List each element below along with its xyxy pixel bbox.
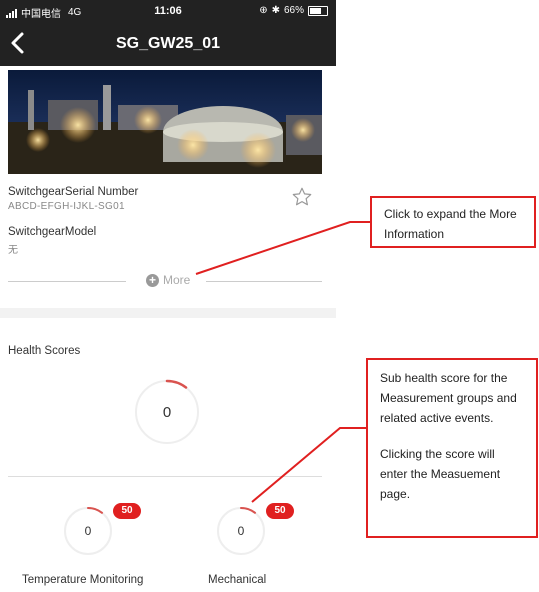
callout-sub-scores: Sub health score for the Measurement gro… bbox=[366, 358, 538, 538]
callout-sub-scores-click-text: Clicking the score will enter the Measue… bbox=[380, 447, 501, 501]
phone-screen: 中国电信 4G 11:06 ⊕ ✱ 66% SG_GW25_01 Switchg… bbox=[0, 0, 336, 592]
health-scores-title: Health Scores bbox=[8, 345, 81, 357]
divider-right bbox=[206, 281, 322, 282]
mechanical-label: Mechanical bbox=[208, 574, 267, 586]
battery-icon bbox=[308, 5, 328, 16]
serial-number-label: SwitchgearSerial Number bbox=[8, 186, 139, 198]
temperature-score-gauge[interactable]: 0 bbox=[63, 506, 113, 556]
switchgear-info: SwitchgearSerial Number ABCD-EFGH-IJKL-S… bbox=[8, 186, 328, 256]
star-outline-icon[interactable] bbox=[291, 186, 313, 208]
more-row: + More bbox=[8, 272, 322, 290]
model-value: 无 bbox=[8, 245, 19, 256]
more-button[interactable]: + More bbox=[146, 273, 190, 287]
mechanical-score-value: 0 bbox=[237, 524, 245, 538]
temperature-score-value: 0 bbox=[84, 524, 92, 538]
status-right: ⊕ ✱ 66% bbox=[259, 5, 328, 16]
callout-more-info: Click to expand the More Information bbox=[370, 196, 536, 248]
gauge-divider bbox=[8, 476, 322, 477]
battery-percent: 66% bbox=[283, 5, 304, 16]
callout-more-info-text: Click to expand the More Information bbox=[384, 207, 517, 241]
mechanical-score-gauge[interactable]: 0 bbox=[216, 506, 266, 556]
divider-left bbox=[8, 281, 126, 282]
more-label: More bbox=[163, 273, 191, 287]
overall-score-gauge[interactable]: 0 bbox=[133, 378, 201, 446]
nav-bar: SG_GW25_01 bbox=[0, 22, 336, 66]
callout-sub-scores-text: Sub health score for the Measurement gro… bbox=[380, 371, 517, 425]
location-icon: ⊕ bbox=[259, 5, 268, 16]
section-separator bbox=[0, 308, 336, 318]
plus-icon: + bbox=[146, 273, 159, 287]
serial-number-value: ABCD-EFGH-IJKL-SG01 bbox=[8, 201, 125, 212]
page-title: SG_GW25_01 bbox=[115, 35, 221, 52]
overall-score-value: 0 bbox=[162, 404, 172, 421]
model-label: SwitchgearModel bbox=[8, 226, 97, 238]
temperature-label: Temperature Monitoring bbox=[22, 574, 144, 586]
substation-photo bbox=[8, 70, 322, 174]
mechanical-event-badge[interactable]: 50 bbox=[266, 503, 294, 519]
status-bar: 中国电信 4G 11:06 ⊕ ✱ 66% bbox=[0, 0, 336, 22]
temperature-event-badge[interactable]: 50 bbox=[113, 503, 141, 519]
bluetooth-icon: ✱ bbox=[271, 5, 280, 16]
